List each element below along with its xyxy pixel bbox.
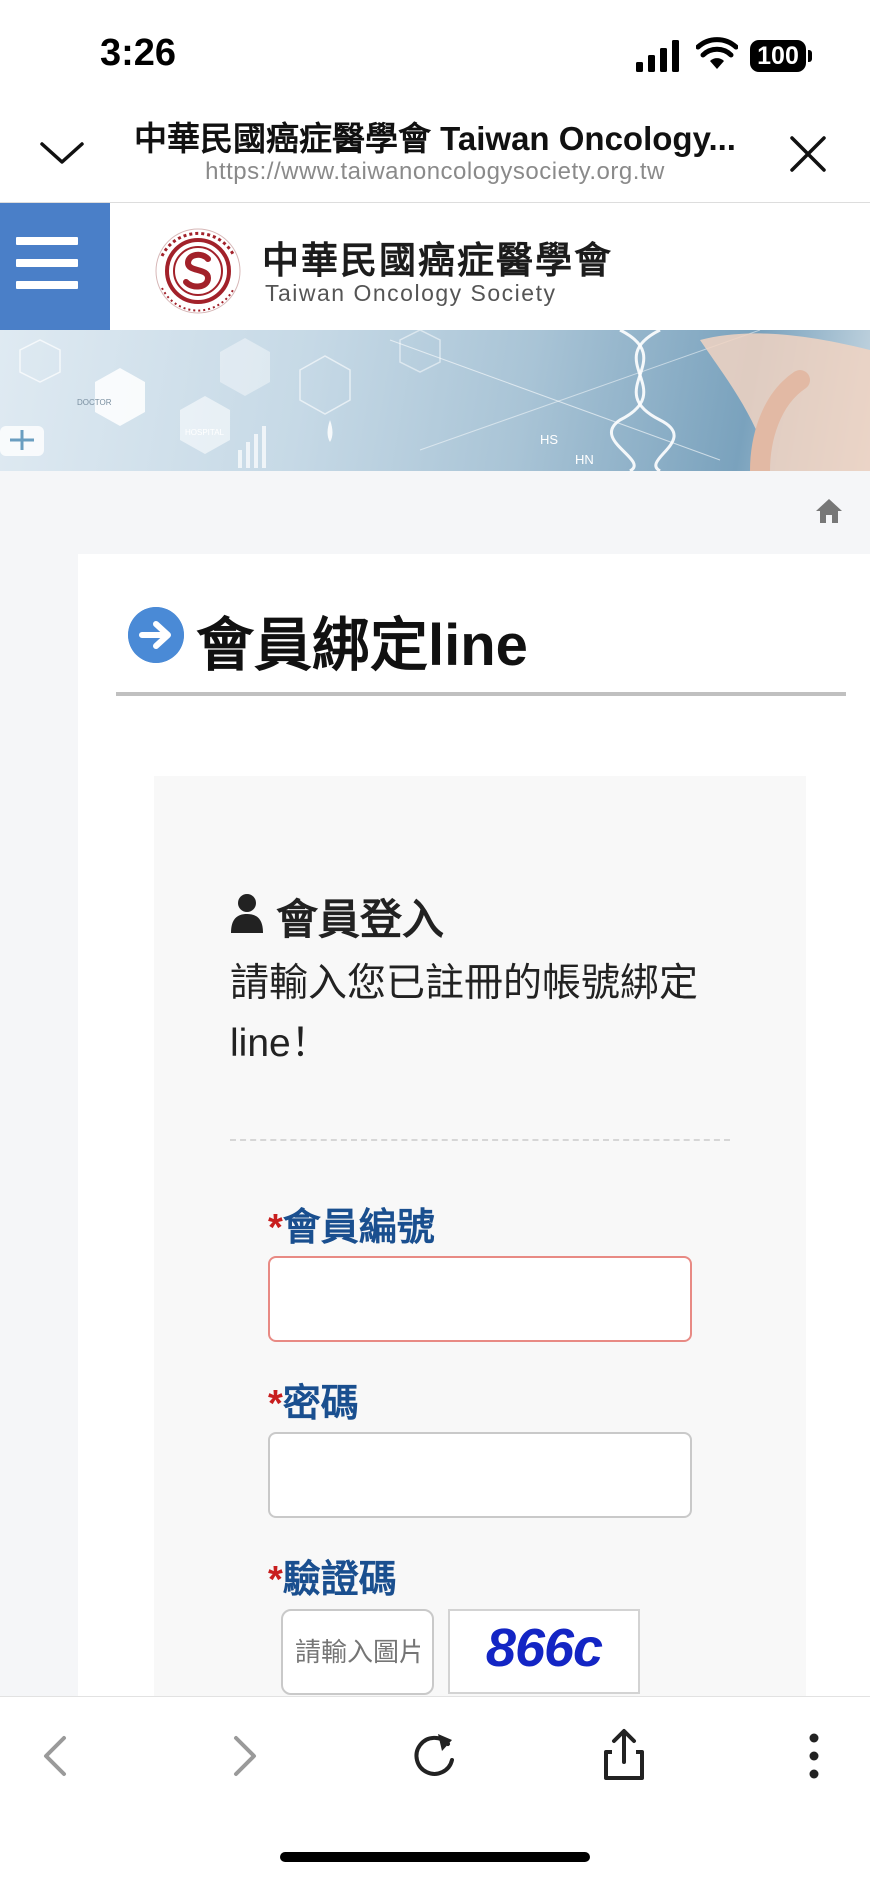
login-title: 會員登入 <box>276 896 445 943</box>
required-mark: * <box>268 1559 283 1601</box>
home-indicator <box>280 1852 590 1862</box>
battery-indicator: 100 <box>750 40 806 72</box>
heading-divider <box>116 692 846 696</box>
member-id-label-text: 會員編號 <box>282 1207 435 1249</box>
required-mark: * <box>268 1207 283 1249</box>
battery-tip <box>808 50 812 62</box>
site-name-chinese: 中華民國癌症醫學會 <box>262 240 613 281</box>
site-name-english: Taiwan Oncology Society <box>265 280 557 306</box>
banner-label-hn: HN <box>575 452 594 467</box>
page-heading: 會員綁定line <box>196 613 528 678</box>
password-label: *密碼 <box>268 1372 359 1427</box>
reload-icon[interactable] <box>402 1724 466 1788</box>
browser-url[interactable]: https://www.taiwanoncologysociety.org.tw <box>110 158 760 186</box>
captcha-image-text: 866c <box>485 1618 603 1678</box>
menu-line <box>16 259 78 267</box>
hamburger-menu-button[interactable] <box>0 203 110 330</box>
password-input[interactable] <box>268 1432 692 1518</box>
banner-label-doctor: DOCTOR <box>77 398 112 407</box>
captcha-label: *驗證碼 <box>268 1548 397 1603</box>
banner-graphic <box>0 330 870 471</box>
back-icon[interactable] <box>24 1724 88 1788</box>
captcha-label-text: 驗證碼 <box>282 1559 397 1601</box>
user-icon <box>231 894 263 933</box>
society-logo[interactable] <box>150 226 246 316</box>
member-id-input[interactable] <box>268 1256 692 1342</box>
menu-line <box>16 237 78 245</box>
login-description: 請輸入您已註冊的帳號綁定line！ <box>230 962 699 1065</box>
forward-icon[interactable] <box>212 1724 276 1788</box>
share-icon[interactable] <box>592 1724 656 1788</box>
section-divider <box>230 1139 730 1141</box>
banner-label-hs: HS <box>540 432 559 447</box>
menu-line <box>16 281 78 289</box>
cellular-signal-icon <box>636 40 679 72</box>
status-time: 3:26 <box>100 32 177 74</box>
browser-page-title: 中華民國癌症醫學會 Taiwan Oncology... <box>134 120 736 157</box>
home-icon[interactable] <box>814 497 844 525</box>
hero-banner: HS HN HOSPITAL DOCTOR <box>0 330 870 471</box>
captcha-image[interactable]: 866c <box>448 1609 640 1694</box>
wifi-icon <box>696 37 738 69</box>
chevron-down-icon[interactable] <box>36 128 88 180</box>
more-options-icon[interactable] <box>782 1724 846 1788</box>
banner-label-hospital: HOSPITAL <box>185 428 224 437</box>
captcha-input[interactable] <box>281 1609 434 1695</box>
close-icon[interactable] <box>784 128 832 180</box>
arrow-right-circle-icon <box>128 607 184 663</box>
password-label-text: 密碼 <box>282 1383 359 1425</box>
member-id-label: *會員編號 <box>268 1196 435 1251</box>
required-mark: * <box>268 1383 283 1425</box>
